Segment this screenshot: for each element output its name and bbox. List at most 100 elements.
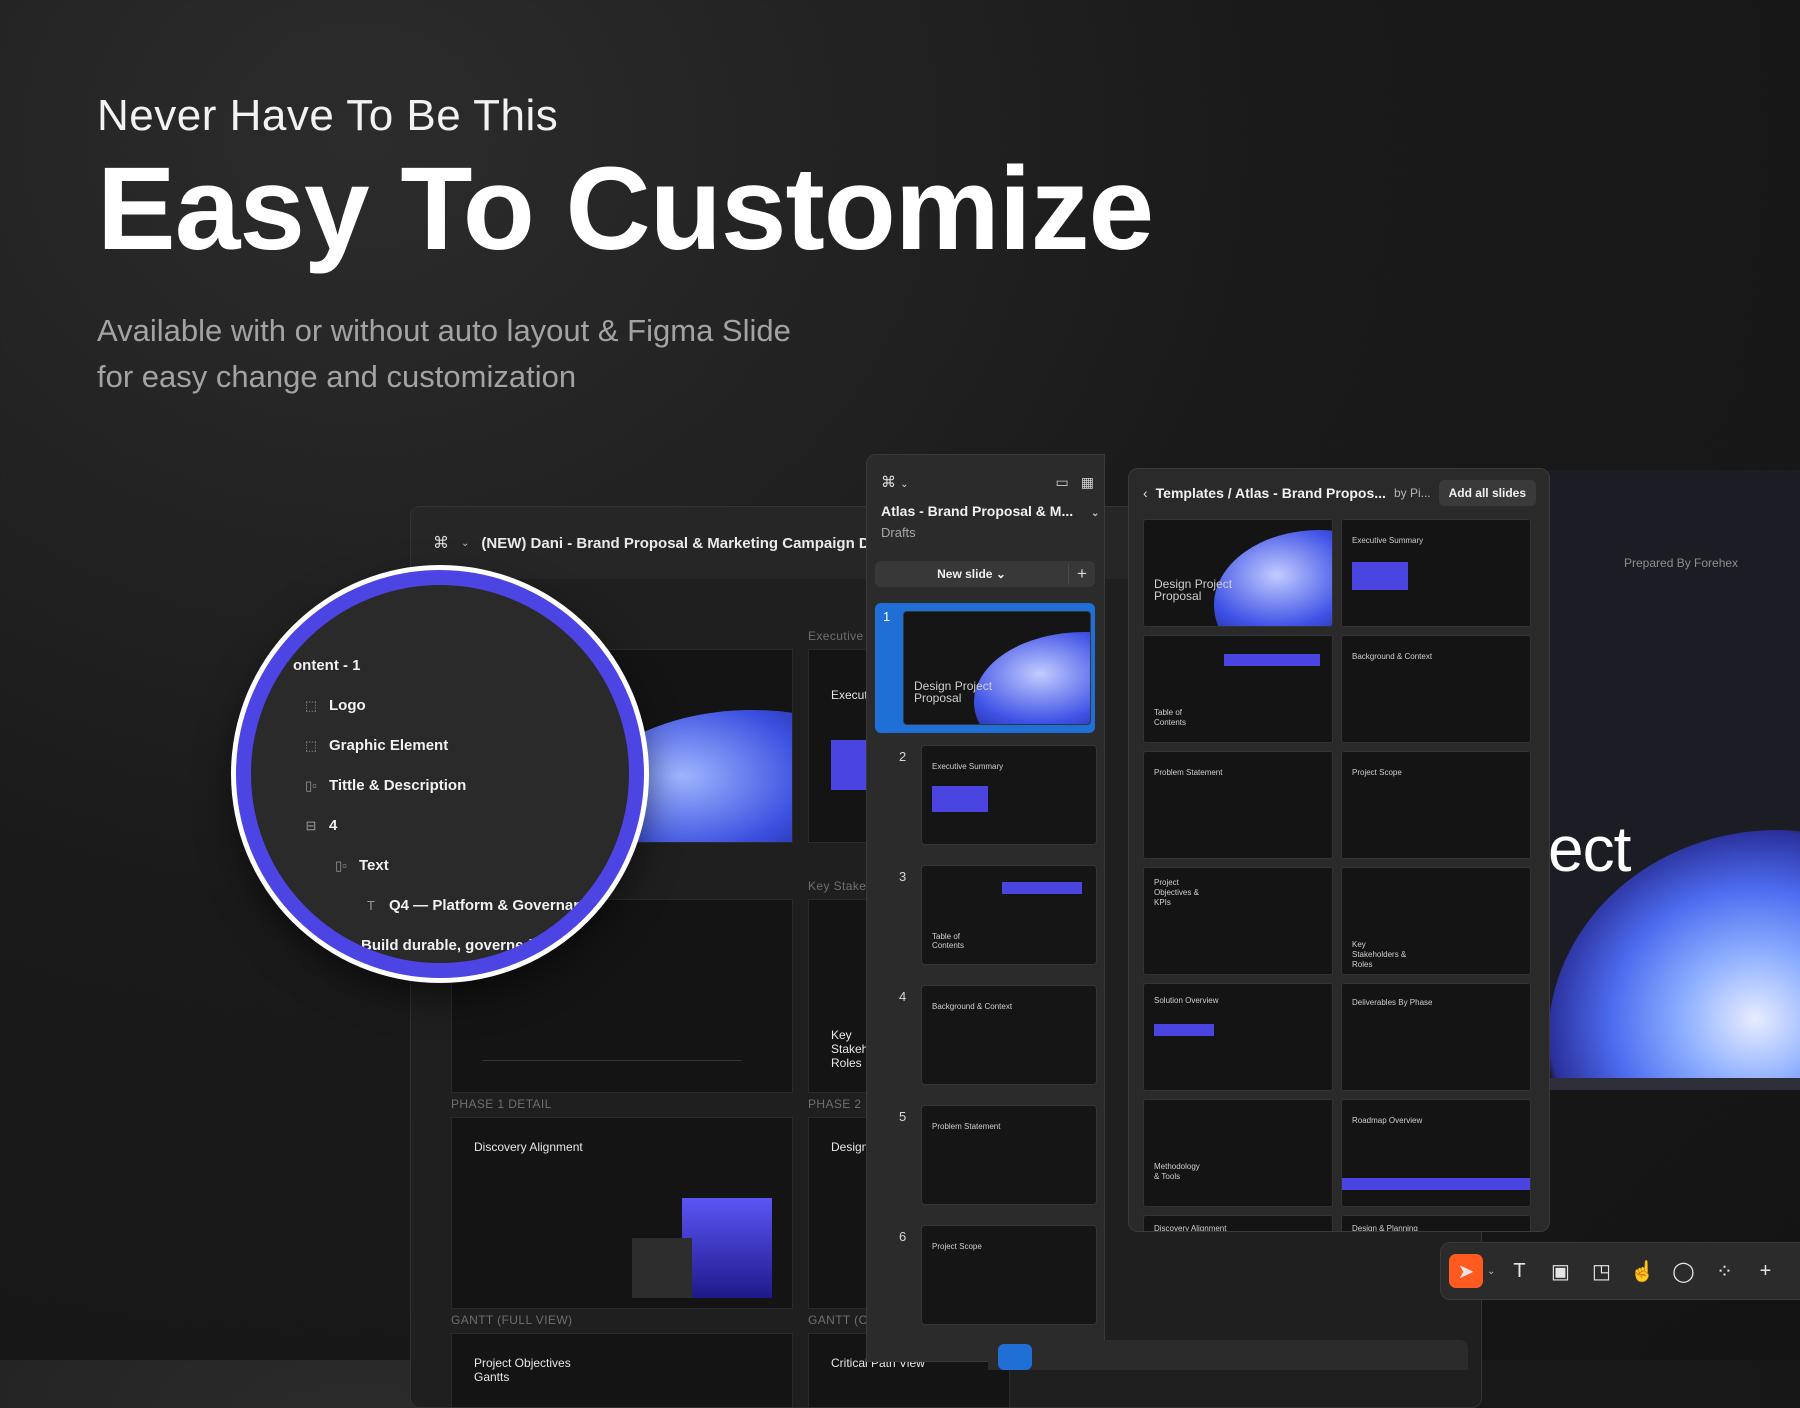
- figma-menu-icon[interactable]: ⌘: [433, 533, 449, 553]
- layer-row[interactable]: ⬚ Graphic Element: [303, 737, 448, 754]
- auto-layout-icon: ▯▫: [335, 857, 347, 873]
- template-card[interactable]: Problem Statement: [1143, 751, 1333, 859]
- chevron-down-icon[interactable]: ⌄: [1091, 508, 1099, 519]
- slide-thumbnail[interactable]: Table of Contents: [921, 865, 1097, 965]
- templates-title: Templates / Atlas - Brand Propos...: [1155, 485, 1386, 501]
- touch-icon: ☝: [1630, 1260, 1655, 1283]
- figma-menu-icon[interactable]: ⌘ ⌄: [881, 473, 909, 491]
- layer-row[interactable]: ⬚ Logo: [303, 697, 366, 714]
- slide-thumbnail[interactable]: Project Scope: [921, 1225, 1097, 1325]
- template-card[interactable]: Discovery Alignment: [1143, 1215, 1333, 1232]
- hero: Never Have To Be This Easy To Customize …: [97, 88, 1154, 400]
- comment-tool-button[interactable]: ◯: [1663, 1251, 1704, 1291]
- layer-label: Graphic Element: [329, 737, 449, 754]
- hero-headline: Easy To Customize: [97, 143, 1154, 275]
- shape-tool-button[interactable]: ◳: [1581, 1251, 1622, 1291]
- slide-title: Problem Statement: [932, 1122, 1001, 1131]
- components-tool-button[interactable]: ⁘: [1704, 1251, 1745, 1291]
- slide-number: 4: [899, 989, 907, 1004]
- layer-label: Text: [359, 857, 389, 874]
- template-card[interactable]: Design & Planning: [1341, 1215, 1531, 1232]
- template-card[interactable]: Project Scope: [1341, 751, 1531, 859]
- slide-thumbnail-row[interactable]: 6 Project Scope: [875, 1225, 1097, 1325]
- slides-panel: ⌘ ⌄ ▭ ▦ Atlas - Brand Proposal & M... ⌄ …: [866, 454, 1105, 1362]
- chevron-down-icon[interactable]: ⌄: [1487, 1266, 1499, 1277]
- slide-thumbnail[interactable]: Executive Summary: [921, 745, 1097, 845]
- slide-thumbnail[interactable]: Problem Statement: [921, 1105, 1097, 1205]
- panel-header: ⌘ ⌄ ▭ ▦: [881, 467, 1094, 497]
- slide-thumbnail[interactable]: Background & Context: [921, 985, 1097, 1085]
- chevron-down-icon[interactable]: ⌄: [461, 538, 469, 549]
- text-icon: T: [367, 898, 375, 913]
- chevron-left-icon[interactable]: ‹: [1143, 485, 1148, 501]
- move-tool-button[interactable]: [998, 1344, 1032, 1370]
- project-location[interactable]: Drafts: [881, 525, 916, 540]
- hero-eyebrow: Never Have To Be This: [97, 91, 559, 140]
- frame-caption: GANTT (FULL VIEW): [451, 1313, 573, 1327]
- template-card[interactable]: Deliverables By Phase: [1341, 983, 1531, 1091]
- add-tool-button[interactable]: +: [1745, 1251, 1786, 1291]
- hero-subtitle: Available with or without auto layout & …: [97, 308, 1153, 400]
- slide-number: 3: [899, 869, 907, 884]
- slide-thumbnail[interactable]: Design Project Proposal: [903, 611, 1091, 725]
- add-all-slides-button[interactable]: Add all slides: [1438, 480, 1536, 506]
- slide-thumbnail-row[interactable]: 5 Problem Statement: [875, 1105, 1097, 1205]
- cursor-icon: ➤: [1457, 1260, 1475, 1283]
- template-card[interactable]: Methodology & Tools: [1143, 1099, 1333, 1207]
- layers-magnifier: ontent - 1 ⬚ Logo ⬚ Graphic Element ▯▫ T…: [236, 570, 644, 978]
- move-tool-button[interactable]: ➤: [1449, 1254, 1483, 1288]
- frame-icon: ⬚: [304, 697, 318, 713]
- template-title: Table of Contents: [1154, 708, 1187, 727]
- new-slide-text: New slide: [937, 567, 993, 581]
- text-tool-button[interactable]: T: [1499, 1251, 1540, 1291]
- template-title: Solution Overview: [1154, 996, 1219, 1005]
- slide-number: 5: [899, 1109, 907, 1124]
- template-title: Project Objectives & KPIs: [1154, 878, 1199, 907]
- frame-icon: ⬚: [304, 737, 318, 753]
- canvas-frame-objectives[interactable]: Project Objectives Gantts: [451, 1333, 793, 1407]
- template-card[interactable]: Key Stakeholders & Roles: [1341, 867, 1531, 975]
- layer-label: ontent - 1: [293, 657, 361, 674]
- template-card[interactable]: Project Objectives & KPIs: [1143, 867, 1333, 975]
- templates-header: ‹ Templates / Atlas - Brand Propos... by…: [1143, 479, 1536, 507]
- new-slide-label: New slide ⌄: [937, 567, 1006, 581]
- canvas-frame-discovery[interactable]: Discovery Alignment: [451, 1117, 793, 1309]
- single-view-icon[interactable]: ▭: [1056, 474, 1069, 491]
- slide-thumbnail-row[interactable]: 2 Executive Summary: [875, 745, 1097, 845]
- new-slide-button[interactable]: New slide ⌄ +: [875, 561, 1095, 587]
- layer-row[interactable]: ⊟ 4: [303, 817, 338, 834]
- template-title: Design & Planning: [1352, 1224, 1418, 1232]
- interaction-tool-button[interactable]: ☝: [1622, 1251, 1663, 1291]
- template-card[interactable]: Roadmap Overview: [1341, 1099, 1531, 1207]
- file-title[interactable]: (NEW) Dani - Brand Proposal & Marketing …: [481, 535, 878, 552]
- template-card[interactable]: Solution Overview: [1143, 983, 1333, 1091]
- hero-subtitle-line: Available with or without auto layout & …: [97, 313, 791, 348]
- template-card[interactable]: Executive Summary: [1341, 519, 1531, 627]
- template-card[interactable]: Background & Context: [1341, 635, 1531, 743]
- image-icon: ▣: [1551, 1260, 1570, 1283]
- layer-row[interactable]: ▯▫ Text: [333, 857, 389, 874]
- slide-title: Executive Summary: [932, 762, 1004, 771]
- slide-thumbnail-row[interactable]: 4 Background & Context: [875, 985, 1097, 1085]
- layer-row[interactable]: T Q4 — Platform & Governance: [363, 897, 599, 914]
- template-title: Executive Summary: [1352, 536, 1424, 545]
- preview-prepared-by: Prepared By Forehex: [1624, 556, 1739, 570]
- slide-preview[interactable]: Prepared By Forehex ect: [1548, 470, 1800, 1090]
- grid-view-icon[interactable]: ▦: [1081, 474, 1094, 491]
- project-title[interactable]: Atlas - Brand Proposal & M... ⌄: [881, 503, 1099, 519]
- stack-icon: ⊟: [305, 817, 317, 833]
- template-title: Deliverables By Phase: [1352, 998, 1433, 1007]
- template-card[interactable]: Table of Contents: [1143, 635, 1333, 743]
- layer-row[interactable]: ▯▫ Tittle & Description: [303, 777, 466, 794]
- slide-number: 2: [899, 749, 907, 764]
- plus-icon[interactable]: +: [1068, 564, 1095, 584]
- layer-row[interactable]: Build durable, governed AI i: [361, 937, 560, 954]
- layer-row[interactable]: ontent - 1: [293, 657, 361, 674]
- template-title: Discovery Alignment: [1154, 1224, 1227, 1232]
- bottom-toolbar: [988, 1340, 1468, 1370]
- slide-thumbnail-row[interactable]: 3 Table of Contents: [875, 865, 1097, 965]
- template-card[interactable]: Design Project Proposal: [1143, 519, 1333, 627]
- slide-thumbnail-row[interactable]: 1 Design Project Proposal: [875, 603, 1095, 733]
- image-tool-button[interactable]: ▣: [1540, 1251, 1581, 1291]
- slide-title: Table of Contents: [932, 932, 965, 950]
